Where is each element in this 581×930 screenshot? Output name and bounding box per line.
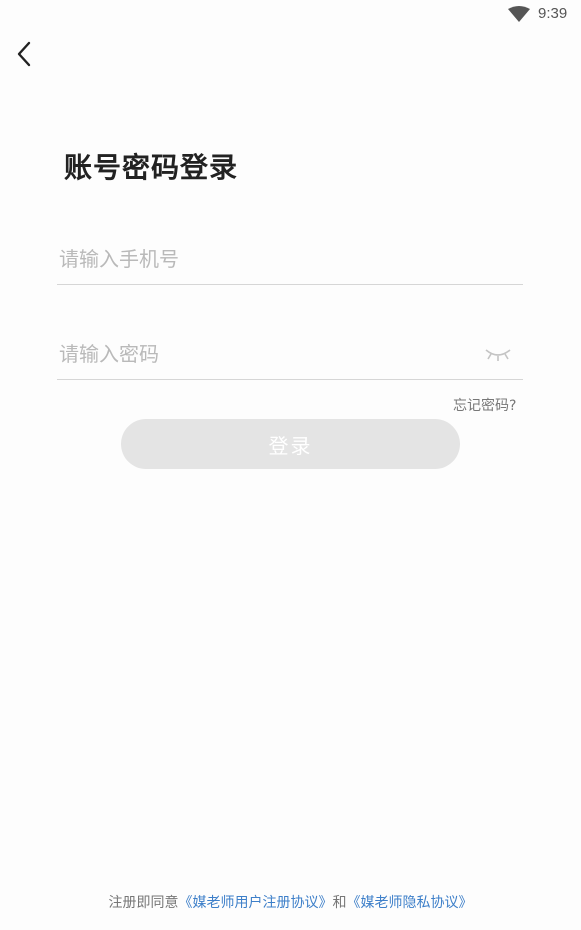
password-input[interactable] [59, 330, 459, 378]
login-button[interactable]: 登录 [121, 419, 460, 469]
login-screen: 9:39 账号密码登录 忘记密码? 登录 注册即同意《媒老师用户注册协议》和《媒… [0, 0, 581, 930]
phone-input[interactable] [59, 235, 459, 283]
back-button[interactable] [10, 38, 42, 70]
page-title: 账号密码登录 [64, 151, 239, 184]
status-time: 9:39 [538, 5, 568, 22]
user-agreement-link[interactable]: 《媒老师用户注册协议》 [179, 895, 333, 911]
agreement-prefix: 注册即同意 [108, 895, 179, 911]
chevron-left-icon [17, 41, 31, 67]
agreement-conjunction: 和 [332, 895, 347, 911]
forgot-password-link[interactable]: 忘记密码? [453, 395, 516, 415]
password-field [57, 330, 523, 380]
agreement-text: 注册即同意《媒老师用户注册协议》和《媒老师隐私协议》 [0, 892, 581, 912]
privacy-policy-link[interactable]: 《媒老师隐私协议》 [347, 895, 473, 911]
status-bar: 9:39 [0, 0, 581, 30]
eye-closed-icon[interactable] [485, 348, 511, 362]
wifi-icon [508, 6, 530, 22]
phone-field [57, 235, 523, 285]
